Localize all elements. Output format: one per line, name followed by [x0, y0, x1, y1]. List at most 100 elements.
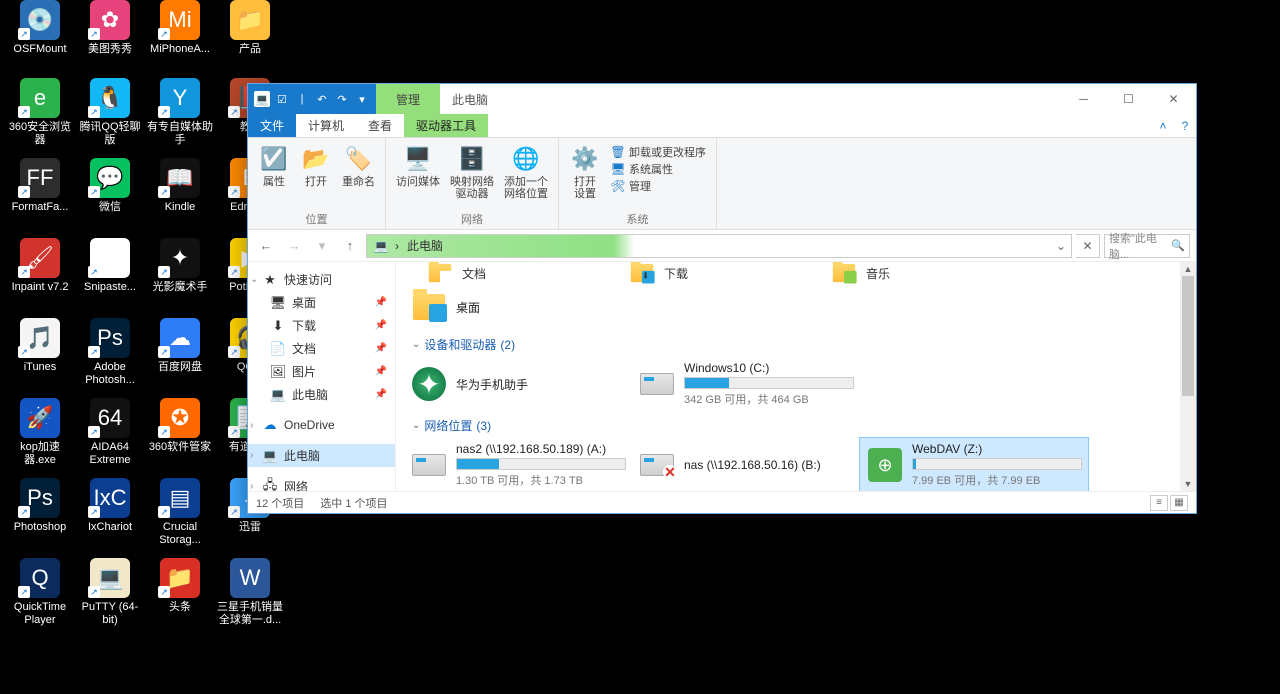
- nav-item[interactable]: 📄文档📌: [248, 337, 395, 360]
- desktop-icon[interactable]: Ps↗Photoshop: [6, 478, 74, 534]
- nav-recent-dropdown[interactable]: ▾: [310, 234, 334, 258]
- desktop-icon[interactable]: 64↗AIDA64 Extreme: [76, 398, 144, 467]
- nav-item[interactable]: 🖼图片📌: [248, 360, 395, 383]
- quick-folder-documents[interactable]: 文档: [424, 262, 486, 284]
- quick-folder-music[interactable]: 音乐: [828, 262, 890, 284]
- desktop-icon[interactable]: 💿↗OSFMount: [6, 0, 74, 56]
- help-icon[interactable]: ?: [1174, 114, 1196, 137]
- desktop-icon[interactable]: ▦↗Snipaste...: [76, 238, 144, 294]
- ribbon-collapse-icon[interactable]: ˄: [1152, 114, 1174, 137]
- ribbon-open-settings-button[interactable]: ⚙️打开 设置: [565, 142, 605, 209]
- address-path[interactable]: 💻 › 此电脑 ⌄: [366, 234, 1072, 258]
- nav-quick-access[interactable]: ⌄★快速访问: [248, 268, 395, 291]
- tab-computer[interactable]: 计算机: [296, 114, 356, 137]
- nav-back-button[interactable]: ←: [254, 234, 278, 258]
- ribbon-uninstall-button[interactable]: 🗑卸载或更改程序: [611, 144, 706, 160]
- nav-item[interactable]: ⬇下载📌: [248, 314, 395, 337]
- qat-redo-icon[interactable]: ↷: [334, 91, 350, 107]
- tab-view[interactable]: 查看: [356, 114, 404, 137]
- drive-tile[interactable]: nas2 (\\192.168.50.189) (A:)1.30 TB 可用，共…: [404, 438, 632, 491]
- nav-item[interactable]: 🖥桌面📌: [248, 291, 395, 314]
- desktop-icon-label: kop加速器.exe: [6, 441, 74, 467]
- desktop-icon[interactable]: 📖↗Kindle: [146, 158, 214, 214]
- desktop-icon[interactable]: 🎵↗iTunes: [6, 318, 74, 374]
- ribbon-manage-button[interactable]: 🛠管理: [611, 178, 706, 194]
- view-tiles-button[interactable]: ▦: [1170, 495, 1188, 511]
- drive-icon: [638, 365, 676, 403]
- view-details-button[interactable]: ≡: [1150, 495, 1168, 511]
- desktop-icon[interactable]: ✪↗360软件管家: [146, 398, 214, 454]
- desktop-icon[interactable]: ✿↗美图秀秀: [76, 0, 144, 56]
- qat-customize-icon[interactable]: ▾: [354, 91, 370, 107]
- drive-tile[interactable]: Windows10 (C:)342 GB 可用，共 464 GB: [632, 357, 860, 411]
- desktop-icon[interactable]: Ps↗Adobe Photosh...: [76, 318, 144, 387]
- desktop-icon[interactable]: 🚀kop加速器.exe: [6, 398, 74, 467]
- section-network-locations[interactable]: ⌄网络位置 (3): [404, 411, 1188, 438]
- drive-tile[interactable]: ✦华为手机助手: [404, 357, 632, 411]
- desktop-icon[interactable]: IxC↗IxChariot: [76, 478, 144, 534]
- scrollbar[interactable]: ▲ ▼: [1180, 262, 1196, 491]
- scroll-down-icon[interactable]: ▼: [1180, 477, 1196, 491]
- desktop-icon[interactable]: 🐧↗腾讯QQ轻聊版: [76, 78, 144, 147]
- chevron-down-icon: ⌄: [412, 420, 420, 431]
- drive-tile[interactable]: ⊕WebDAV (Z:)7.99 EB 可用，共 7.99 EB: [860, 438, 1088, 491]
- ribbon-properties-button[interactable]: ☑️属性: [254, 142, 294, 209]
- desktop-icon[interactable]: Mi↗MiPhoneA...: [146, 0, 214, 56]
- desktop-icon[interactable]: ✦↗光影魔术手: [146, 238, 214, 294]
- desktop-icon[interactable]: 💻↗PuTTY (64-bit): [76, 558, 144, 627]
- section-devices[interactable]: ⌄设备和驱动器 (2): [404, 330, 1188, 357]
- desktop-icon[interactable]: e↗360安全浏览器: [6, 78, 74, 147]
- nav-network[interactable]: ›🖧网络: [248, 475, 395, 491]
- shortcut-arrow-icon: ↗: [18, 106, 30, 118]
- desktop-icon[interactable]: Q↗QuickTime Player: [6, 558, 74, 627]
- shortcut-arrow-icon: ↗: [158, 586, 170, 598]
- desktop-icon[interactable]: 🖌↗Inpaint v7.2: [6, 238, 74, 294]
- desktop-icon[interactable]: 💬↗微信: [76, 158, 144, 214]
- qat-undo-icon[interactable]: ↶: [314, 91, 330, 107]
- search-box[interactable]: 搜索"此电脑... 🔍: [1104, 234, 1190, 258]
- nav-item[interactable]: 💻此电脑📌: [248, 383, 395, 406]
- address-dropdown-icon[interactable]: ⌄: [1051, 239, 1071, 253]
- thispc-icon: 💻: [371, 239, 391, 253]
- minimize-button[interactable]: ─: [1061, 84, 1106, 114]
- qat-properties-icon[interactable]: ☑: [274, 91, 290, 107]
- nav-this-pc[interactable]: ›💻此电脑: [248, 444, 395, 467]
- desktop-icon[interactable]: ☁↗百度网盘: [146, 318, 214, 374]
- desktop-icon[interactable]: ▤↗Crucial Storag...: [146, 478, 214, 547]
- ribbon-open-button[interactable]: 📂打开: [296, 142, 336, 209]
- ribbon-sysprops-button[interactable]: 🖥系统属性: [611, 161, 706, 177]
- nav-onedrive[interactable]: ›☁OneDrive: [248, 414, 395, 436]
- tab-file[interactable]: 文件: [248, 114, 296, 137]
- ribbon-rename-button[interactable]: 🏷️重命名: [338, 142, 379, 209]
- pin-icon: 📌: [375, 389, 387, 400]
- desktop-icon[interactable]: 📁产品: [216, 0, 284, 56]
- desktop-icon-label: IxChariot: [76, 521, 144, 534]
- breadcrumb-thispc[interactable]: 此电脑: [403, 237, 447, 254]
- nav-pane: ⌄★快速访问 🖥桌面📌⬇下载📌📄文档📌🖼图片📌💻此电脑📌 ›☁OneDrive …: [248, 262, 396, 491]
- scroll-up-icon[interactable]: ▲: [1180, 262, 1196, 276]
- nav-up-button[interactable]: ↑: [338, 234, 362, 258]
- desktop-icon[interactable]: Y↗有专自媒体助手: [146, 78, 214, 147]
- desktop-icon[interactable]: 📁↗头条: [146, 558, 214, 614]
- ribbon-map-drive-button[interactable]: 🗄️映射网络 驱动器: [446, 142, 498, 209]
- desktop-icon[interactable]: W三星手机销量全球第一.d...: [216, 558, 284, 627]
- desktop-icon[interactable]: FF↗FormatFa...: [6, 158, 74, 214]
- drive-tile[interactable]: ✕nas (\\192.168.50.16) (B:): [632, 438, 860, 491]
- refresh-button[interactable]: ✕: [1076, 234, 1100, 258]
- system-menu-icon[interactable]: 💻: [254, 91, 270, 107]
- ribbon-add-location-button[interactable]: 🌐添加一个 网络位置: [500, 142, 552, 209]
- contextual-tab-label: 管理: [376, 84, 440, 114]
- content-pane[interactable]: 文档 ⬇下载 音乐 桌面 ⌄设备和驱动器 (2) ✦华为手机助手Windows1…: [396, 262, 1196, 491]
- tab-drive-tools[interactable]: 驱动器工具: [404, 114, 488, 137]
- chevron-down-icon: ⌄: [412, 339, 420, 350]
- quick-folder-downloads[interactable]: ⬇下载: [626, 262, 688, 284]
- shortcut-arrow-icon: ↗: [158, 266, 170, 278]
- close-button[interactable]: ✕: [1151, 84, 1196, 114]
- maximize-button[interactable]: ☐: [1106, 84, 1151, 114]
- breadcrumb-root[interactable]: ›: [391, 239, 403, 253]
- pin-icon: 📌: [375, 343, 387, 354]
- scroll-thumb[interactable]: [1182, 276, 1194, 396]
- ribbon-access-media-button[interactable]: 🖥️访问媒体: [392, 142, 444, 209]
- folder-desktop[interactable]: 桌面: [404, 284, 632, 330]
- nav-forward-button[interactable]: →: [282, 234, 306, 258]
